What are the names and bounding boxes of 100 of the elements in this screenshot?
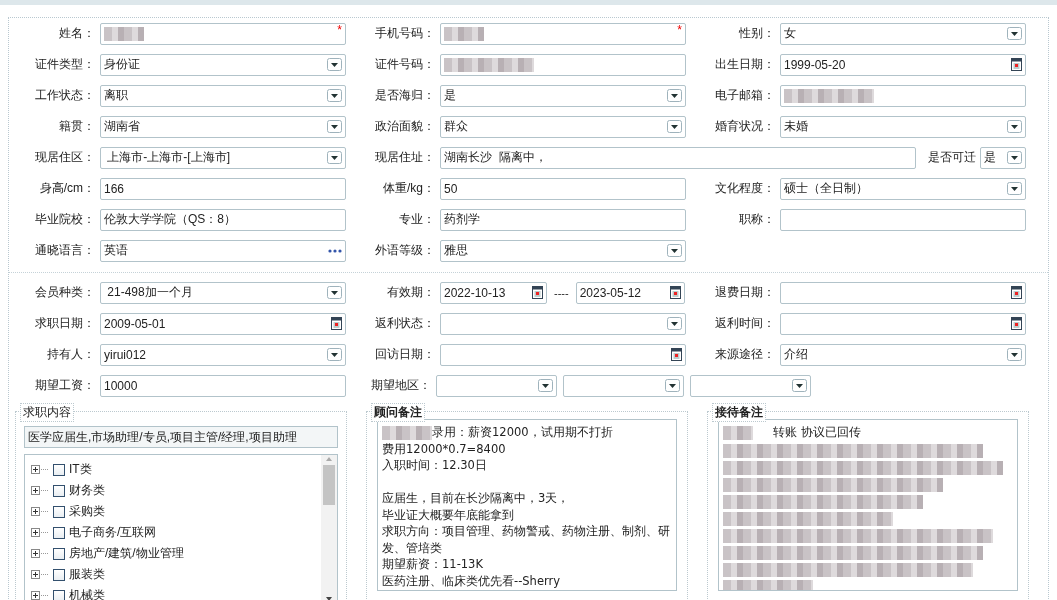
calendar-icon[interactable] — [1011, 317, 1022, 330]
dropdown-field[interactable]: 雅思 — [440, 239, 686, 262]
dropdown-field[interactable] — [440, 312, 686, 335]
group-title: 接待备注 — [712, 403, 766, 422]
dropdown-field[interactable] — [690, 374, 811, 397]
field-label: 性别： — [739, 25, 776, 42]
text-field[interactable]: * — [440, 22, 686, 45]
field-label: 期望工资： — [35, 377, 96, 394]
text-field[interactable]: 50 — [440, 177, 686, 200]
expand-icon[interactable] — [31, 591, 49, 600]
expand-icon[interactable] — [31, 486, 49, 495]
tree-item[interactable]: 电子商务/互联网 — [69, 524, 157, 541]
field-label: 现居住区： — [35, 149, 96, 166]
field-label: 外语等级： — [375, 242, 436, 259]
dropdown-field[interactable]: 女 — [780, 22, 1026, 45]
calendar-icon[interactable] — [331, 317, 342, 330]
dropdown-field[interactable]: yirui012 — [100, 343, 346, 366]
field-label: 有效期： — [387, 284, 436, 301]
more-icon[interactable] — [328, 248, 342, 253]
text-field[interactable]: 药剂学 — [440, 208, 686, 231]
note-text: 求职方向：项目管理、药物警戒、药物注册、制剂、研发、管培类 — [382, 524, 670, 555]
tree-item[interactable]: 财务类 — [69, 482, 105, 499]
dropdown-field[interactable]: 未婚 — [780, 115, 1026, 138]
notes-textarea[interactable]: 转账 协议已回传 — [718, 419, 1018, 591]
date-field[interactable] — [780, 312, 1026, 335]
required-mark: * — [677, 22, 682, 37]
scrollbar[interactable] — [321, 455, 337, 600]
dropdown-field[interactable]: 硕士（全日制） — [780, 177, 1026, 200]
calendar-icon[interactable] — [1011, 286, 1022, 299]
dropdown-field[interactable]: 湖南省 — [100, 115, 346, 138]
field-label: 政治面貌： — [375, 118, 436, 135]
checkbox[interactable] — [53, 505, 65, 518]
note-text: 费用12000*0.7=8400 — [382, 441, 506, 456]
selected-jobs-field: 医学应届生,市场助理/专员,项目主管/经理,项目助理 — [24, 426, 338, 448]
dropdown-field[interactable]: 介绍 — [780, 343, 1026, 366]
field-label: 手机号码： — [375, 25, 436, 42]
note-text: 期望薪资：11-13K — [382, 557, 483, 571]
field-label: 是否可迁 — [927, 149, 976, 166]
note-text: 医药注册、临床类优先看--Sherry — [382, 573, 561, 588]
dropdown-field[interactable]: 离职 — [100, 84, 346, 107]
field-label: 来源途径： — [715, 346, 776, 363]
text-field[interactable]: 湖南长沙 隔离中， — [440, 146, 916, 169]
date-field[interactable]: 2022-10-13 — [440, 281, 547, 304]
date-field[interactable] — [440, 343, 686, 366]
tree-item[interactable]: 采购类 — [69, 503, 105, 520]
field-label: 证件类型： — [35, 56, 96, 73]
calendar-icon[interactable] — [669, 286, 681, 299]
expand-icon[interactable] — [31, 528, 49, 537]
field-label: 持有人： — [47, 346, 96, 363]
checkbox[interactable] — [53, 568, 65, 581]
text-field[interactable]: 10000 — [100, 374, 346, 397]
text-field[interactable] — [780, 84, 1026, 107]
dropdown-field[interactable]: 是 — [440, 84, 686, 107]
field-label: 返利状态： — [375, 315, 436, 332]
calendar-icon[interactable] — [671, 348, 682, 361]
field-label: 求职日期： — [35, 315, 96, 332]
dropdown-field[interactable]: 21-498加一个月 — [100, 281, 346, 304]
tree-item[interactable]: 机械类 — [69, 587, 105, 600]
tree-item[interactable]: 房地产/建筑/物业管理 — [69, 545, 184, 562]
dropdown-field[interactable] — [563, 374, 684, 397]
field-label: 退费日期： — [715, 284, 776, 301]
text-field[interactable]: 伦敦大学学院（QS：8） — [100, 208, 346, 231]
checkbox[interactable] — [53, 547, 65, 560]
dropdown-field[interactable]: 身份证 — [100, 53, 346, 76]
blurred-name — [723, 425, 753, 440]
notes-textarea[interactable]: 录用：薪资12000，试用期不打折 费用12000*0.7=8400 入职时间：12.30日 应届生，目前在长沙隔离中，3天， 毕业证大概要年底能拿到 求职方向：项目管理、药物警戒、药物注册、制剂、研发、管培类 期望薪资：11-13K 医药注册、临床类优先看--Sherry — [377, 419, 677, 591]
field-label: 专业： — [399, 211, 436, 228]
text-field[interactable]: 166 — [100, 177, 346, 200]
field-label: 文化程度： — [715, 180, 776, 197]
date-field[interactable] — [780, 281, 1026, 304]
checkbox[interactable] — [53, 484, 65, 497]
dropdown-field[interactable]: 是 — [980, 146, 1026, 169]
expand-icon[interactable] — [31, 549, 49, 558]
text-field[interactable] — [440, 53, 686, 76]
field-label: 出生日期： — [715, 56, 776, 73]
field-label: 电子邮箱： — [715, 87, 776, 104]
lookup-field[interactable]: 英语 — [100, 239, 346, 262]
dropdown-field[interactable]: 上海市-上海市-[上海市] — [100, 146, 346, 169]
expand-icon[interactable] — [31, 465, 49, 474]
field-label: 体重/kg： — [383, 180, 436, 197]
date-field[interactable]: 1999-05-20 — [780, 53, 1026, 76]
scroll-thumb[interactable] — [323, 465, 335, 505]
text-field[interactable] — [780, 208, 1026, 231]
group-title: 顾问备注 — [371, 403, 425, 422]
checkbox[interactable] — [53, 526, 65, 539]
tree-item[interactable]: 服装类 — [69, 566, 105, 583]
calendar-icon[interactable] — [532, 286, 543, 299]
field-label: 婚育状况： — [715, 118, 776, 135]
expand-icon[interactable] — [31, 507, 49, 516]
date-field[interactable]: 2009-05-01 — [100, 312, 346, 335]
checkbox[interactable] — [53, 589, 65, 600]
tree-item[interactable]: IT类 — [69, 461, 92, 478]
checkbox[interactable] — [53, 463, 65, 476]
text-field[interactable]: * — [100, 22, 346, 45]
dropdown-field[interactable] — [436, 374, 557, 397]
calendar-icon[interactable] — [1011, 58, 1022, 71]
field-label: 姓名： — [59, 25, 96, 42]
dropdown-field[interactable]: 群众 — [440, 115, 686, 138]
date-field[interactable]: 2023-05-12 — [575, 281, 685, 304]
expand-icon[interactable] — [31, 570, 49, 579]
